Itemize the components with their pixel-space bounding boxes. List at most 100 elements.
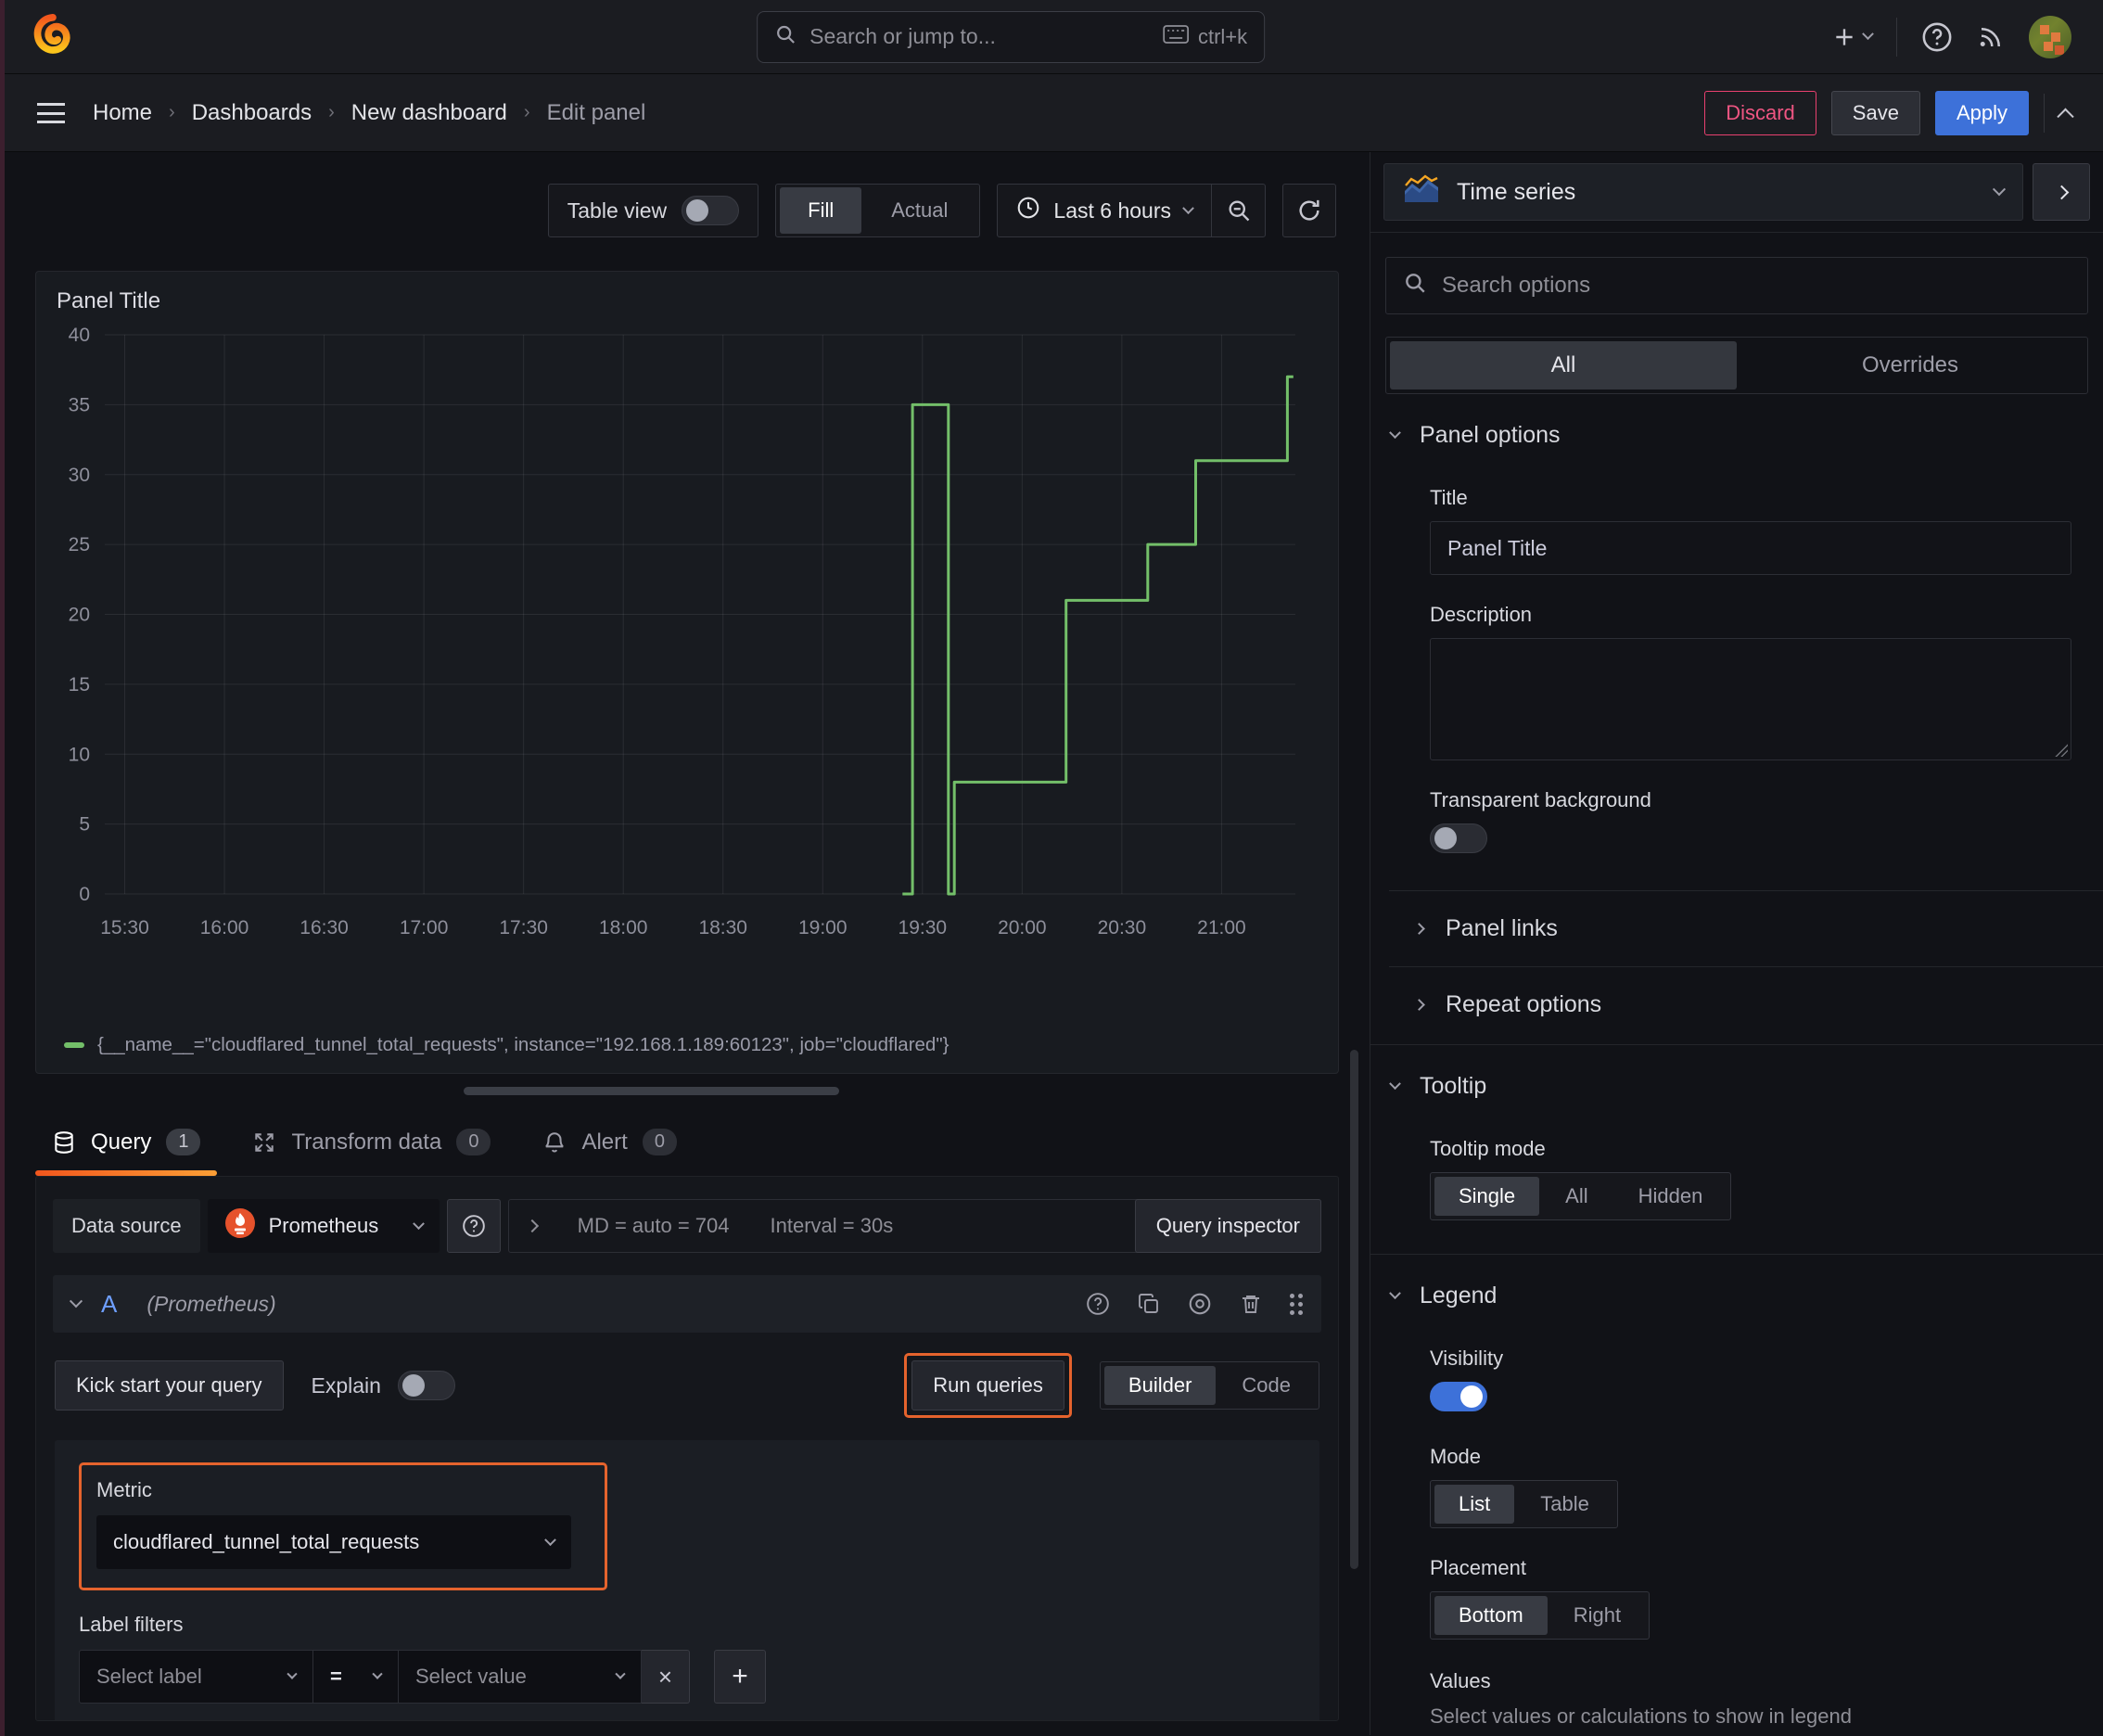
panel-toolbar: Table view Fill Actual Last 6 hours [0, 184, 1336, 237]
svg-text:15: 15 [69, 674, 90, 696]
zoom-out-time-button[interactable] [1211, 185, 1265, 236]
tab-transform-data[interactable]: Transform data 0 [252, 1129, 491, 1176]
bell-icon [545, 1131, 565, 1152]
tooltip-header[interactable]: Tooltip [1370, 1045, 2103, 1120]
tab-query[interactable]: Query 1 [34, 1129, 219, 1176]
resize-corner-icon[interactable] [2055, 744, 2068, 757]
svg-text:20:00: 20:00 [998, 917, 1047, 938]
legend-visibility-toggle[interactable] [1430, 1382, 1487, 1411]
tooltip-mode-switch: Single All Hidden [1430, 1172, 1732, 1220]
transparent-bg-toggle[interactable] [1430, 823, 1487, 853]
drag-query-handle[interactable] [1290, 1293, 1303, 1315]
transform-count-badge: 0 [456, 1129, 491, 1155]
avatar[interactable] [2029, 15, 2071, 58]
description-textarea[interactable] [1430, 638, 2071, 760]
datasource-row: Data source Prometheus MD = auto = 704 I… [53, 1199, 1321, 1253]
query-editor: Data source Prometheus MD = auto = 704 I… [35, 1176, 1339, 1721]
time-range-button[interactable]: Last 6 hours [998, 196, 1211, 225]
collapse-pane-icon[interactable] [2057, 107, 2074, 125]
time-series-icon [1403, 174, 1440, 210]
kick-start-button[interactable]: Kick start your query [55, 1360, 284, 1410]
legend-series-label[interactable]: {__name__="cloudflared_tunnel_total_requ… [97, 1034, 949, 1056]
tab-alert[interactable]: Alert 0 [542, 1129, 677, 1176]
tab-all-options[interactable]: All [1390, 341, 1737, 389]
query-inspector-button[interactable]: Query inspector [1134, 1199, 1321, 1253]
panel-title[interactable]: Panel Title [51, 285, 1323, 314]
fill-option[interactable]: Fill [780, 187, 862, 234]
delete-query-icon[interactable] [1240, 1293, 1262, 1315]
metric-select[interactable]: cloudflared_tunnel_total_requests [96, 1515, 571, 1569]
svg-text:10: 10 [69, 744, 90, 765]
tab-overrides[interactable]: Overrides [1737, 341, 2084, 389]
remove-filter-button[interactable]: × [642, 1650, 690, 1704]
builder-option[interactable]: Builder [1103, 1366, 1217, 1405]
tooltip-single-option[interactable]: Single [1434, 1177, 1540, 1216]
legend-body: Visibility Mode List Table Placement Bot… [1370, 1347, 2103, 1736]
actual-option[interactable]: Actual [863, 187, 975, 234]
legend-table-option[interactable]: Table [1516, 1485, 1613, 1524]
options-search[interactable] [1385, 257, 2088, 314]
add-filter-button[interactable]: + [714, 1650, 766, 1704]
interval: Interval = 30s [770, 1214, 894, 1237]
code-option[interactable]: Code [1217, 1366, 1315, 1405]
search-input[interactable] [809, 24, 1150, 49]
panel-links-section[interactable]: Panel links [1389, 890, 2103, 966]
legend-series-swatch[interactable] [64, 1042, 84, 1048]
svg-text:19:00: 19:00 [798, 917, 848, 938]
news-icon[interactable] [1977, 23, 2005, 51]
svg-text:30: 30 [69, 465, 90, 486]
svg-text:18:00: 18:00 [599, 917, 648, 938]
panel-resize-handle[interactable] [464, 1087, 839, 1095]
breadcrumb-new-dashboard[interactable]: New dashboard [351, 100, 507, 126]
datasource-help-button[interactable] [446, 1199, 501, 1253]
visualization-picker[interactable]: Time series [1383, 163, 2023, 221]
operator-dropdown[interactable]: = [313, 1650, 399, 1704]
svg-text:0: 0 [79, 884, 90, 905]
toggle-query-visibility-icon[interactable] [1188, 1292, 1212, 1316]
placement-bottom-option[interactable]: Bottom [1434, 1596, 1548, 1635]
run-queries-button[interactable]: Run queries [911, 1360, 1064, 1410]
collapse-query-icon[interactable] [69, 1295, 83, 1308]
duplicate-query-icon[interactable] [1138, 1293, 1160, 1315]
menu-icon[interactable] [37, 102, 65, 123]
legend-placement-label: Placement [1430, 1556, 1526, 1579]
grafana-logo[interactable] [32, 13, 74, 61]
select-value-dropdown[interactable]: Select value [399, 1650, 642, 1704]
legend-placement-switch: Bottom Right [1430, 1591, 1651, 1640]
help-icon[interactable] [1921, 21, 1953, 53]
datasource-picker[interactable]: Prometheus [207, 1199, 440, 1253]
visibility-label: Visibility [1430, 1347, 1504, 1370]
panel-title-input[interactable] [1430, 521, 2071, 575]
discard-button[interactable]: Discard [1704, 90, 1816, 135]
apply-button[interactable]: Apply [1934, 90, 2029, 135]
tooltip-all-option[interactable]: All [1541, 1177, 1612, 1216]
table-view-toggle[interactable] [682, 196, 740, 225]
svg-text:17:00: 17:00 [400, 917, 449, 938]
query-help-icon[interactable] [1086, 1292, 1110, 1316]
tooltip-hidden-option[interactable]: Hidden [1614, 1177, 1727, 1216]
breadcrumb-dashboards[interactable]: Dashboards [192, 100, 312, 126]
legend-values-hint: Select values or calculations to show in… [1430, 1704, 1852, 1728]
breadcrumb-separator: › [328, 102, 335, 122]
explain-toggle[interactable] [397, 1371, 455, 1400]
new-menu-button[interactable] [1832, 25, 1874, 49]
select-label-dropdown[interactable]: Select label [79, 1650, 313, 1704]
options-search-input[interactable] [1442, 273, 2071, 299]
svg-text:25: 25 [69, 534, 90, 555]
query-a-header[interactable]: A (Prometheus) [53, 1275, 1321, 1333]
svg-text:40: 40 [69, 325, 90, 346]
svg-text:16:00: 16:00 [200, 917, 249, 938]
expand-viz-list-button[interactable] [2033, 163, 2090, 221]
repeat-options-section[interactable]: Repeat options [1389, 966, 2103, 1042]
global-search[interactable]: ctrl+k [757, 10, 1266, 63]
panel-options-header[interactable]: Panel options [1370, 394, 2103, 469]
legend-header[interactable]: Legend [1370, 1255, 2103, 1330]
options-tabs: All Overrides [1385, 337, 2088, 394]
save-button[interactable]: Save [1830, 90, 1920, 135]
placement-right-option[interactable]: Right [1549, 1596, 1645, 1635]
breadcrumb-home[interactable]: Home [93, 100, 152, 126]
time-series-chart[interactable]: 0 5 10 15 20 25 30 35 40 15:30 16:00 16:30 17:00 17:3… [51, 314, 1323, 1032]
vertical-scrollbar[interactable] [1350, 1050, 1358, 1569]
refresh-button[interactable] [1282, 184, 1336, 237]
legend-list-option[interactable]: List [1434, 1485, 1515, 1524]
